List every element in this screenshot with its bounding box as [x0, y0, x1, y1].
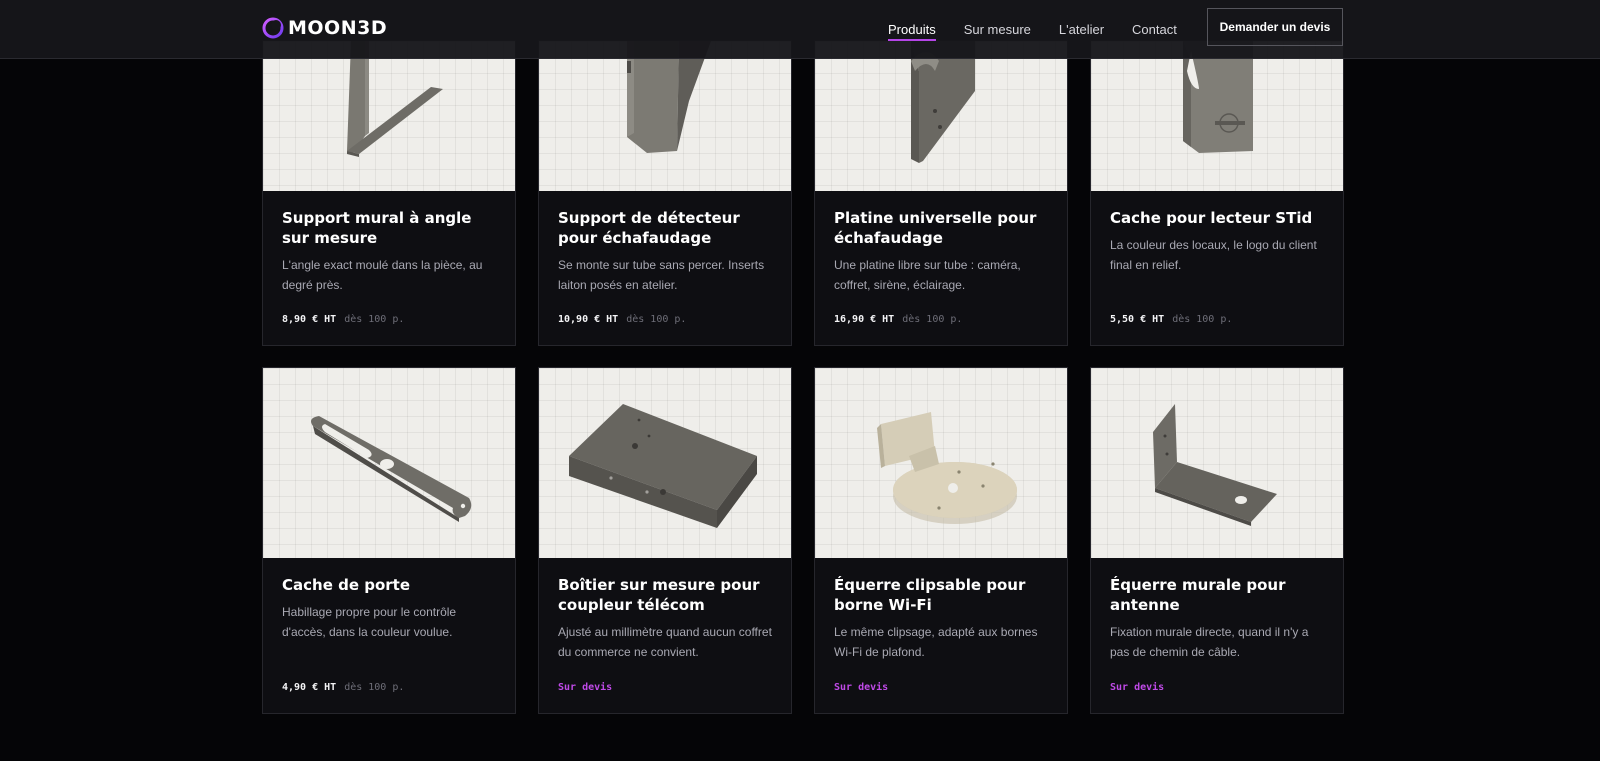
product-price: Sur devis [834, 682, 888, 693]
product-title: Équerre clipsable pour borne Wi-Fi [834, 576, 1026, 614]
product-title: Équerre murale pour antenne [1110, 576, 1286, 614]
product-grid: Support mural à angle sur mesure L'angle… [262, 0, 1344, 761]
universal-plate-icon [911, 41, 975, 163]
product-price: Sur devis [558, 682, 612, 693]
product-price: 10,90 € HT dès 100 p. [558, 314, 686, 325]
price-on-quote: Sur devis [558, 682, 613, 693]
product-title: Boîtier sur mesure pour coupleur télécom [558, 576, 760, 614]
product-image [815, 41, 1067, 191]
product-description: Le même clipsage, adapté aux bornes Wi-F… [834, 625, 1038, 659]
product-description: La couleur des locaux, le logo du client… [1110, 238, 1317, 272]
product-price: 16,90 € HT dès 100 p. [834, 314, 962, 325]
product-title: Platine universelle pour échafaudage [834, 209, 1037, 247]
reader-cover-icon [1183, 41, 1253, 153]
product-image [263, 368, 515, 558]
main-nav: Produits Sur mesure L'atelier Contact [888, 0, 1205, 59]
price-value: 8,90 € HT [282, 314, 337, 325]
nav-item-contact[interactable]: Contact [1132, 0, 1177, 59]
product-image [815, 368, 1067, 558]
product-description: Fixation murale directe, quand il n'y a … [1110, 625, 1309, 659]
price-value: 10,90 € HT [558, 314, 619, 325]
product-card[interactable]: Cache de porte Habillage propre pour le … [262, 367, 516, 714]
product-image [539, 368, 791, 558]
price-note: dès 100 p. [344, 682, 405, 693]
product-card[interactable]: Équerre murale pour antenne Fixation mur… [1090, 367, 1344, 714]
wifi-clip-bracket-icon [877, 412, 1017, 524]
product-description: Ajusté au millimètre quand aucun coffret… [558, 625, 772, 659]
price-value: 5,50 € HT [1110, 314, 1165, 325]
nav-item-atelier[interactable]: L'atelier [1059, 0, 1104, 59]
detector-bracket-icon [627, 41, 711, 153]
product-description: Se monte sur tube sans percer. Inserts l… [558, 258, 765, 292]
enclosure-box-icon [569, 404, 757, 528]
product-price: 8,90 € HT dès 100 p. [282, 314, 404, 325]
price-note: dès 100 p. [902, 314, 963, 325]
product-price: 5,50 € HT dès 100 p. [1110, 314, 1232, 325]
product-image [539, 41, 791, 191]
price-note: dès 100 p. [626, 314, 687, 325]
price-on-quote: Sur devis [834, 682, 889, 693]
price-note: dès 100 p. [344, 314, 405, 325]
price-on-quote: Sur devis [1110, 682, 1165, 693]
product-card[interactable]: Équerre clipsable pour borne Wi-Fi Le mê… [814, 367, 1068, 714]
door-cover-icon [311, 416, 472, 522]
product-image [1091, 41, 1343, 191]
product-description: Habillage propre pour le contrôle d'accè… [282, 605, 457, 639]
price-note: dès 100 p. [1172, 314, 1233, 325]
site-header: MOON3D Produits Sur mesure L'atelier Con… [0, 0, 1600, 59]
brand-name: MOON3D [288, 17, 388, 39]
product-card[interactable]: Boîtier sur mesure pour coupleur télécom… [538, 367, 792, 714]
page: Support mural à angle sur mesure L'angle… [0, 0, 1600, 761]
product-title: Support de détecteur pour échafaudage [558, 209, 740, 247]
product-image [263, 41, 515, 191]
price-value: 16,90 € HT [834, 314, 895, 325]
product-image [1091, 368, 1343, 558]
request-quote-button[interactable]: Demander un devis [1207, 8, 1343, 46]
nav-item-sur-mesure[interactable]: Sur mesure [964, 0, 1031, 59]
product-price: 4,90 € HT dès 100 p. [282, 682, 404, 693]
product-description: L'angle exact moulé dans la pièce, au de… [282, 258, 483, 292]
product-price: Sur devis [1110, 682, 1164, 693]
angled-wall-bracket-icon [347, 41, 443, 157]
product-title: Cache pour lecteur STid [1110, 209, 1313, 227]
product-card[interactable]: Cache pour lecteur STid La couleur des l… [1090, 40, 1344, 346]
product-card[interactable]: Platine universelle pour échafaudage Une… [814, 40, 1068, 346]
product-card[interactable]: Support mural à angle sur mesure L'angle… [262, 40, 516, 346]
product-description: Une platine libre sur tube : caméra, cof… [834, 258, 1021, 292]
nav-item-produits[interactable]: Produits [888, 0, 936, 59]
product-card[interactable]: Support de détecteur pour échafaudage Se… [538, 40, 792, 346]
antenna-bracket-icon [1153, 404, 1277, 526]
product-title: Support mural à angle sur mesure [282, 209, 472, 247]
product-title: Cache de porte [282, 576, 411, 594]
price-value: 4,90 € HT [282, 682, 337, 693]
moon-logo-icon [262, 17, 284, 39]
brand-logo[interactable]: MOON3D [262, 15, 387, 41]
